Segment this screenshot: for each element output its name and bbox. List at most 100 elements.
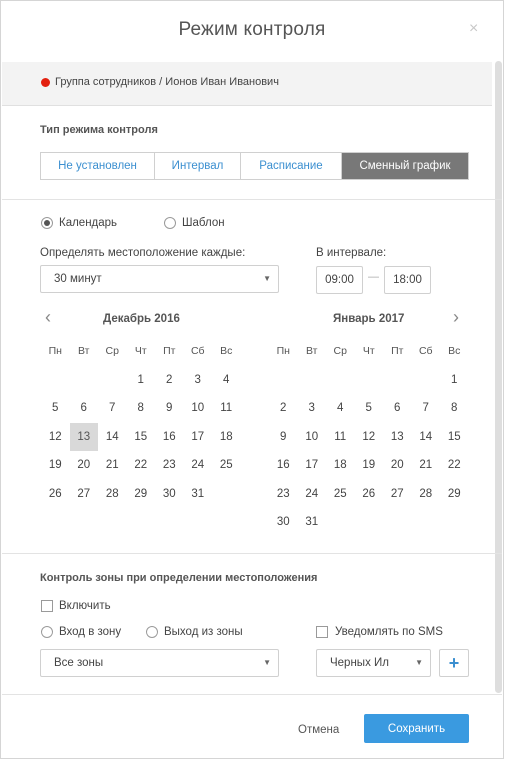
calendar-day[interactable]: 10 xyxy=(184,394,213,423)
calendar-day[interactable]: 23 xyxy=(269,480,298,509)
calendar-day[interactable]: 20 xyxy=(70,451,99,480)
zones-select[interactable]: Все зоны ▼ xyxy=(40,649,279,677)
cancel-button[interactable]: Отмена xyxy=(298,724,339,736)
calendar-day[interactable]: 18 xyxy=(212,423,241,452)
calendar-day[interactable]: 19 xyxy=(355,451,384,480)
calendar-day[interactable]: 24 xyxy=(298,480,327,509)
calendar-day[interactable]: 25 xyxy=(212,451,241,480)
calendar-day[interactable]: 11 xyxy=(212,394,241,423)
next-month-icon[interactable]: › xyxy=(453,307,459,327)
empty-day-cell xyxy=(269,366,298,395)
calendar-day[interactable]: 13 xyxy=(383,423,412,452)
calendar-day[interactable]: 31 xyxy=(184,480,213,509)
calendar-day[interactable]: 20 xyxy=(383,451,412,480)
recipient-select[interactable]: Черных Ил ▼ xyxy=(316,649,431,677)
calendar-day[interactable]: 14 xyxy=(412,423,441,452)
calendar-day[interactable]: 31 xyxy=(298,508,327,537)
calendar-day[interactable]: 17 xyxy=(184,423,213,452)
calendar-day[interactable]: 25 xyxy=(326,480,355,509)
calendar-day[interactable]: 3 xyxy=(298,394,327,423)
weekday-header: Сб xyxy=(418,345,433,358)
weekday-header: Вс xyxy=(448,345,461,358)
weekday-header: Чт xyxy=(362,345,375,358)
calendar-day[interactable]: 14 xyxy=(98,423,127,452)
calendar-day[interactable]: 9 xyxy=(269,423,298,452)
calendar-day[interactable]: 26 xyxy=(355,480,384,509)
radio-zone-enter[interactable] xyxy=(41,626,53,638)
chevron-down-icon: ▼ xyxy=(263,658,271,667)
calendar-day[interactable]: 29 xyxy=(440,480,469,509)
calendar-day[interactable]: 15 xyxy=(127,423,156,452)
enable-zone-checkbox[interactable] xyxy=(41,600,53,612)
calendar-day[interactable]: 1 xyxy=(127,366,156,395)
empty-day-cell xyxy=(355,366,384,395)
calendar-day[interactable]: 6 xyxy=(383,394,412,423)
calendar-day[interactable]: 2 xyxy=(155,366,184,395)
calendar-day[interactable]: 21 xyxy=(412,451,441,480)
weekday-header: Вс xyxy=(220,345,233,358)
calendar-day[interactable]: 12 xyxy=(41,423,70,452)
calendar-day[interactable]: 27 xyxy=(70,480,99,509)
calendar-day[interactable]: 22 xyxy=(440,451,469,480)
mode-option-shift[interactable]: Сменный график xyxy=(342,153,468,179)
calendar-day[interactable]: 26 xyxy=(41,480,70,509)
weekday-header: Чт xyxy=(134,345,147,358)
calendar-day[interactable]: 30 xyxy=(269,508,298,537)
enable-zone-label: Включить xyxy=(59,600,111,612)
calendar-day[interactable]: 18 xyxy=(326,451,355,480)
close-icon[interactable]: × xyxy=(469,21,478,37)
calendar-day[interactable]: 29 xyxy=(127,480,156,509)
mode-option-not-set[interactable]: Не установлен xyxy=(41,153,155,179)
zone-section-label: Контроль зоны при определении местополож… xyxy=(40,572,318,584)
calendar-day[interactable]: 30 xyxy=(155,480,184,509)
mode-option-schedule[interactable]: Расписание xyxy=(241,153,342,179)
calendar-day[interactable]: 19 xyxy=(41,451,70,480)
radio-template-label: Шаблон xyxy=(182,217,225,229)
calendar-day[interactable]: 15 xyxy=(440,423,469,452)
radio-calendar[interactable] xyxy=(41,217,53,229)
mode-option-interval[interactable]: Интервал xyxy=(155,153,241,179)
calendar-day[interactable]: 8 xyxy=(127,394,156,423)
prev-month-icon[interactable]: ‹ xyxy=(45,307,51,327)
calendar-day[interactable]: 28 xyxy=(412,480,441,509)
calendar-day[interactable]: 10 xyxy=(298,423,327,452)
radio-zone-exit[interactable] xyxy=(146,626,158,638)
calendar-day[interactable]: 24 xyxy=(184,451,213,480)
calendar-day[interactable]: 16 xyxy=(155,423,184,452)
calendar-day[interactable]: 5 xyxy=(355,394,384,423)
calendar-day[interactable]: 16 xyxy=(269,451,298,480)
calendar-day[interactable]: 3 xyxy=(184,366,213,395)
calendar-day[interactable]: 7 xyxy=(412,394,441,423)
calendar-day[interactable]: 4 xyxy=(326,394,355,423)
scrollbar[interactable] xyxy=(495,61,502,693)
calendar-day[interactable]: 5 xyxy=(41,394,70,423)
calendar-day[interactable]: 11 xyxy=(326,423,355,452)
calendar-day[interactable]: 22 xyxy=(127,451,156,480)
add-recipient-button[interactable]: + xyxy=(439,649,469,677)
breadcrumb-banner: Группа сотрудников / Ионов Иван Иванович xyxy=(2,62,492,106)
calendar-day[interactable]: 8 xyxy=(440,394,469,423)
calendar-day[interactable]: 12 xyxy=(355,423,384,452)
calendar-day[interactable]: 23 xyxy=(155,451,184,480)
calendar-day[interactable]: 4 xyxy=(212,366,241,395)
calendar-day[interactable]: 9 xyxy=(155,394,184,423)
calendar-day[interactable]: 1 xyxy=(440,366,469,395)
interval-label: В интервале: xyxy=(316,247,387,259)
calendar-day[interactable]: 17 xyxy=(298,451,327,480)
sms-notify-checkbox[interactable] xyxy=(316,626,328,638)
calendar-day[interactable]: 13 xyxy=(69,422,98,451)
breadcrumb: Группа сотрудников / Ионов Иван Иванович xyxy=(55,76,279,88)
calendar-day[interactable]: 7 xyxy=(98,394,127,423)
save-button[interactable]: Сохранить xyxy=(364,714,469,743)
calendar-day[interactable]: 6 xyxy=(70,394,99,423)
time-to-input[interactable]: 18:00 xyxy=(384,266,431,294)
recipient-value: Черных Ил xyxy=(330,657,389,669)
zones-value: Все зоны xyxy=(54,657,104,669)
time-from-input[interactable]: 09:00 xyxy=(316,266,363,294)
calendar-day[interactable]: 21 xyxy=(98,451,127,480)
calendar-day[interactable]: 2 xyxy=(269,394,298,423)
radio-template[interactable] xyxy=(164,217,176,229)
calendar-day[interactable]: 27 xyxy=(383,480,412,509)
calendar-day[interactable]: 28 xyxy=(98,480,127,509)
location-frequency-select[interactable]: 30 минут ▼ xyxy=(40,265,279,293)
